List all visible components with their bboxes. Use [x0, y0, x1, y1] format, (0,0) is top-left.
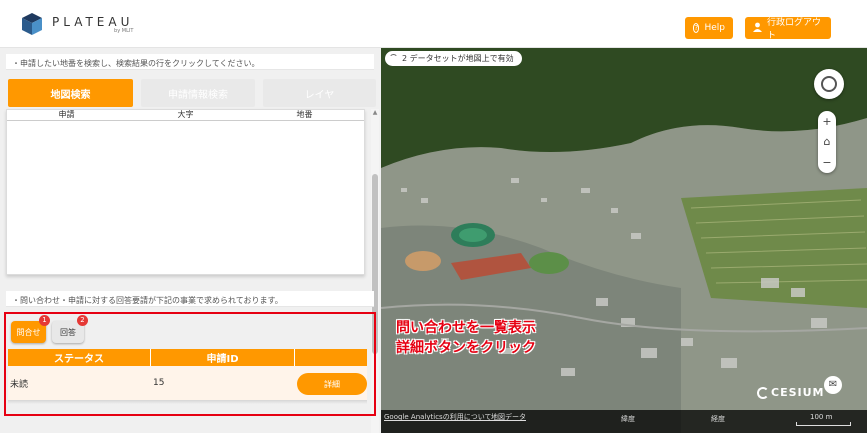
tab-map-search[interactable]: 地図検索: [8, 79, 133, 107]
3d-map-view[interactable]: 2 データセットが地図上で有効 + ⌂ − 問い合わせを一覧表示 詳細ボタンをク…: [381, 48, 867, 433]
plateau-logo[interactable]: PLATEAU by MLIT: [20, 12, 133, 36]
zoom-out-icon[interactable]: −: [822, 156, 831, 169]
logo-subtitle: by MLIT: [114, 27, 134, 34]
row-application-id: 15: [153, 378, 165, 388]
compass-control[interactable]: [814, 69, 844, 99]
header: PLATEAU by MLIT ? Help 行政ログアウト: [0, 0, 867, 48]
help-icon: ?: [693, 23, 700, 33]
tutorial-annotation: 問い合わせを一覧表示 詳細ボタンをクリック: [396, 318, 536, 358]
terrain-image: [381, 48, 867, 433]
results-header: 申請 大字 地番: [7, 110, 364, 121]
zoom-in-icon[interactable]: +: [822, 115, 831, 128]
dataset-status-text: 2 データセットが地図上で有効: [402, 54, 514, 63]
dataset-status-pill[interactable]: 2 データセットが地図上で有効: [385, 51, 522, 66]
results-col-lot[interactable]: 地番: [245, 110, 364, 120]
table-row: 未読 15 詳細: [8, 366, 367, 400]
map-data-link[interactable]: 地図データ: [491, 412, 526, 422]
left-panel: ・申請したい地番を検索し、検索結果の行をクリックしてください。 地図検索 申請情…: [0, 48, 381, 433]
zoom-controls: + ⌂ −: [818, 111, 836, 173]
logout-button[interactable]: 行政ログアウト: [745, 17, 831, 41]
help-label: Help: [704, 23, 725, 33]
logo-title: PLATEAU: [52, 14, 134, 29]
inquiry-table-header: ステータス 申請ID: [8, 349, 367, 366]
results-col-application[interactable]: 申請: [7, 110, 126, 120]
inquiry-instruction: ・問い合わせ・申請に対する回答要請が下記の事業で求められております。: [6, 291, 374, 307]
tab-application-search[interactable]: 申請情報検索: [141, 79, 255, 107]
row-status: 未読: [10, 379, 29, 390]
col-action: [295, 349, 367, 366]
chat-icon[interactable]: ✉: [824, 376, 842, 394]
table-shadow: [8, 400, 367, 404]
compass-icon: [821, 76, 837, 92]
inquiry-filter-label: 問合せ: [16, 327, 41, 337]
results-col-district[interactable]: 大字: [126, 110, 245, 120]
search-results-table: 申請 大字 地番: [6, 109, 365, 275]
longitude-label: 経度: [711, 415, 725, 423]
annotation-line-2: 詳細ボタンをクリック: [396, 340, 536, 356]
user-icon: [753, 22, 762, 35]
scroll-up-arrow-icon[interactable]: ▲: [371, 109, 379, 117]
annotation-line-1: 問い合わせを一覧表示: [396, 320, 536, 336]
help-button[interactable]: ? Help: [685, 17, 733, 39]
col-status: ステータス: [8, 349, 151, 366]
plateau-logo-icon: [20, 12, 44, 36]
app-root: PLATEAU by MLIT ? Help 行政ログアウト ・申請したい地番を…: [0, 0, 867, 433]
detail-button[interactable]: 詳細: [297, 373, 367, 395]
analytics-link[interactable]: Google Analyticsの利用について: [384, 412, 492, 422]
answer-count-badge: 2: [77, 315, 88, 326]
tab-layer[interactable]: レイヤ: [263, 79, 376, 107]
inquiry-count-badge: 1: [39, 315, 50, 326]
home-icon[interactable]: ⌂: [824, 135, 831, 148]
inquiry-filter-button[interactable]: 問合せ 1: [11, 315, 50, 343]
logout-label: 行政ログアウト: [767, 18, 822, 41]
answer-filter-button[interactable]: 回答 2: [52, 315, 88, 343]
col-application-id: 申請ID: [151, 349, 295, 366]
map-footer: Google Analyticsの利用について 地図データ 緯度 経度 100 …: [381, 410, 867, 433]
cesium-icon: [757, 386, 769, 399]
answer-filter-label: 回答: [60, 327, 76, 337]
cesium-label: CESIUM: [771, 386, 825, 399]
scale-bar: [796, 422, 851, 426]
scale-label: 100 m: [810, 413, 833, 421]
cesium-logo[interactable]: CESIUM: [757, 386, 824, 399]
signal-icon: [389, 54, 398, 63]
latitude-label: 緯度: [621, 415, 635, 423]
search-instruction: ・申請したい地番を検索し、検索結果の行をクリックしてください。: [6, 54, 374, 70]
